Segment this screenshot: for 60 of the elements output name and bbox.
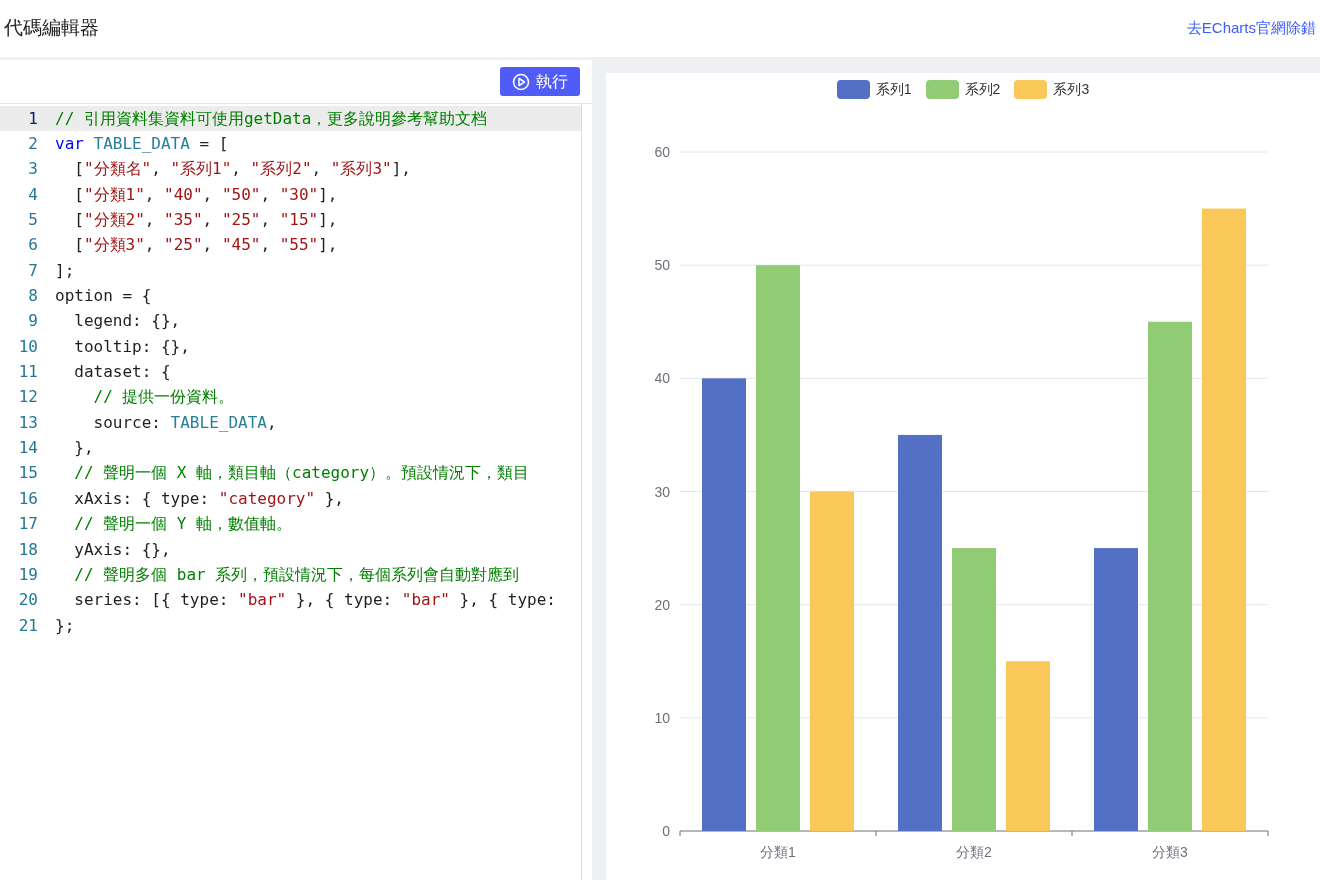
- code-line: ["分類1", "40", "50", "30"],: [73, 183, 339, 206]
- y-axis-label: 50: [653, 257, 670, 274]
- line-number: 12: [17, 386, 38, 409]
- code-line: };: [55, 614, 76, 637]
- y-axis-label: 30: [653, 483, 670, 500]
- line-number: 8: [27, 285, 38, 308]
- code-line: // 聲明一個 Y 軸，數值軸。: [73, 513, 294, 536]
- code-line: ["分類2", "35", "25", "15"],: [73, 209, 339, 232]
- y-axis-label: 0: [661, 823, 670, 839]
- y-axis-label: 20: [653, 596, 670, 613]
- code-line: // 提供一份資料。: [92, 386, 236, 409]
- line-number: 1: [27, 107, 38, 130]
- line-number: 15: [17, 462, 38, 485]
- line-number: 4: [27, 183, 38, 206]
- line-number: 6: [27, 234, 38, 257]
- line-number: 14: [17, 437, 38, 460]
- code-editor[interactable]: [0, 104, 582, 880]
- line-number: 13: [17, 411, 38, 434]
- page-title: 代碼編輯器: [4, 16, 99, 41]
- y-axis-label: 60: [653, 144, 670, 160]
- run-button[interactable]: 執行: [500, 67, 580, 96]
- code-line: // 聲明一個 X 軸，類目軸（category）。預設情況下，類目: [73, 462, 531, 485]
- legend-label[interactable]: 系列3: [1053, 79, 1090, 100]
- line-number: 9: [27, 310, 38, 333]
- line-number: 3: [27, 158, 38, 181]
- code-line: tooltip: {},: [73, 335, 191, 358]
- x-axis-label: 分類1: [759, 844, 797, 860]
- code-line: ["分類3", "25", "45", "55"],: [73, 234, 339, 257]
- code-line: yAxis: {},: [73, 538, 172, 561]
- code-line: ["分類名", "系列1", "系列2", "系列3"],: [73, 158, 412, 181]
- code-line: source: TABLE_DATA,: [92, 411, 278, 434]
- line-number: 17: [17, 513, 38, 536]
- debug-link[interactable]: 去ECharts官網除錯: [1186, 17, 1316, 40]
- code-line: ];: [55, 259, 76, 282]
- line-number: 20: [17, 589, 38, 612]
- play-icon: [512, 72, 530, 91]
- code-line: // 聲明多個 bar 系列，預設情況下，每個系列會自動對應到: [73, 563, 521, 586]
- line-number: 18: [17, 538, 38, 561]
- y-axis-label: 10: [653, 709, 670, 726]
- code-line: // 引用資料集資料可使用getData，更多說明參考幫助文档: [55, 107, 489, 130]
- line-number: 5: [27, 209, 38, 232]
- line-number: 16: [17, 487, 38, 510]
- code-line: dataset: {: [73, 361, 172, 384]
- line-number: 11: [17, 361, 38, 384]
- y-axis-label: 40: [653, 370, 670, 387]
- code-line: xAxis: { type: "category" },: [73, 487, 345, 510]
- legend-label[interactable]: 系列1: [875, 79, 912, 100]
- code-line: series: [{ type: "bar" }, { type: "bar" }, { type:: [73, 589, 557, 612]
- x-axis-label: 分類2: [955, 844, 993, 860]
- line-number: 21: [17, 614, 38, 637]
- code-line: },: [73, 437, 95, 460]
- line-number: 2: [27, 133, 38, 155]
- legend-label[interactable]: 系列2: [964, 79, 1001, 100]
- x-axis-label: 分類3: [1151, 844, 1189, 860]
- code-line: option = {: [55, 285, 153, 308]
- code-line: legend: {},: [73, 310, 182, 333]
- line-number: 19: [17, 563, 38, 586]
- line-number: 7: [27, 259, 38, 282]
- code-line: var TABLE_DATA = [: [55, 133, 230, 155]
- line-number: 10: [17, 335, 38, 358]
